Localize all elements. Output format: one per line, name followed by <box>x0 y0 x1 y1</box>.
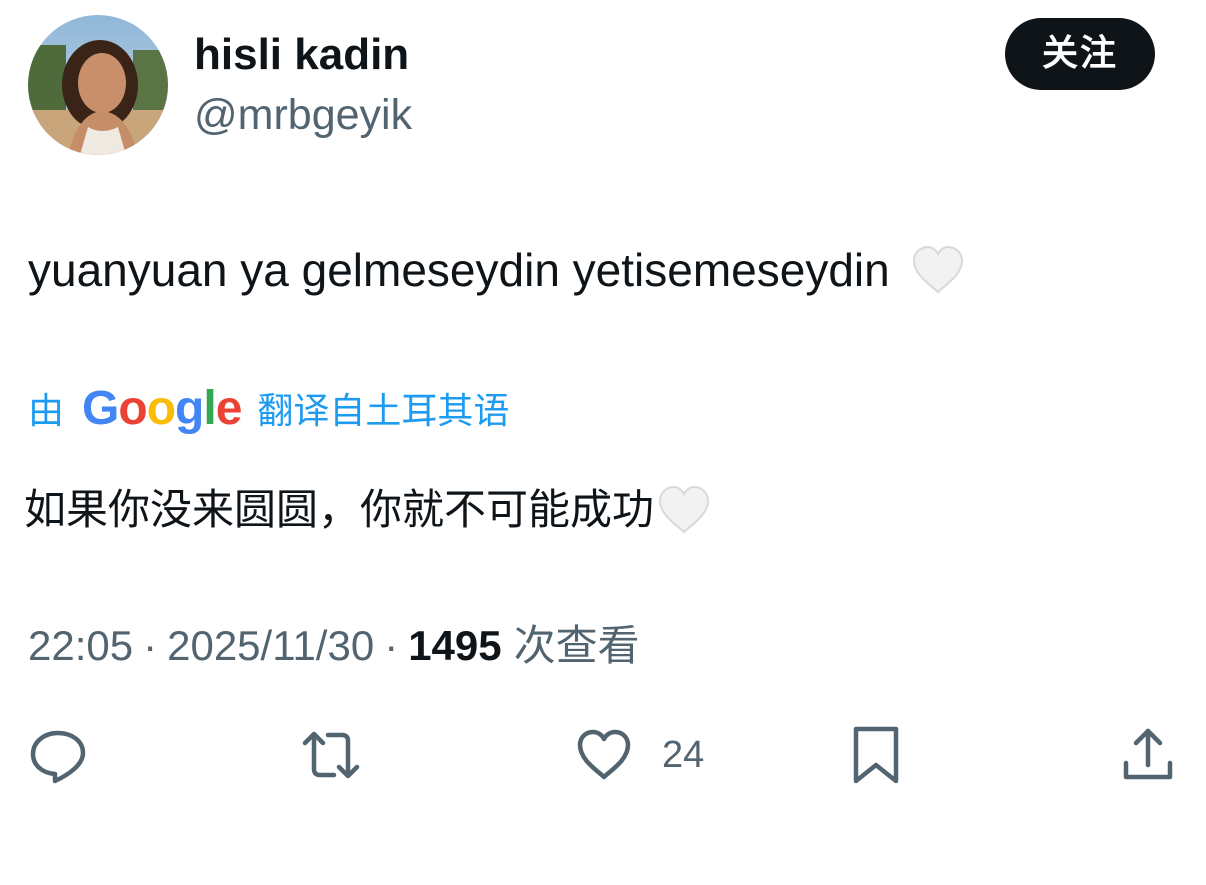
tweet-meta: 22:05 · 2025/11/30 · 1495 次查看 <box>28 618 640 674</box>
translation-attribution[interactable]: 由 Google 翻译自土耳其语 <box>28 378 509 438</box>
avatar[interactable] <box>28 15 168 155</box>
user-handle[interactable]: @mrbgeyik <box>194 90 412 140</box>
profile-photo-icon <box>28 15 168 155</box>
follow-button[interactable]: 关注 <box>1005 18 1155 90</box>
white-heart-icon <box>656 482 712 538</box>
like-count: 24 <box>662 733 705 776</box>
tweet-time[interactable]: 22:05 <box>28 618 133 674</box>
reply-button[interactable] <box>28 725 88 785</box>
heart-icon <box>577 729 631 780</box>
display-name[interactable]: hisli kadin <box>194 30 409 80</box>
retweet-button[interactable] <box>300 725 362 785</box>
google-logo: Google <box>82 381 242 435</box>
retweet-icon <box>302 731 360 779</box>
translated-text: 如果你没来圆圆，你就不可能成功 <box>24 480 712 540</box>
views-label: 次查看 <box>513 621 640 670</box>
share-icon <box>1123 728 1173 780</box>
like-button[interactable]: 24 <box>574 725 704 785</box>
tweet-date[interactable]: 2025/11/30 <box>167 618 374 674</box>
translation-source-language: 翻译自土耳其语 <box>257 391 510 432</box>
views-count: 1495 <box>408 622 502 669</box>
translated-text-content: 如果你没来圆圆，你就不可能成功 <box>24 485 655 534</box>
meta-separator: · <box>384 622 399 669</box>
reply-icon <box>30 730 86 784</box>
bookmark-icon <box>853 726 899 784</box>
white-heart-icon <box>910 242 966 298</box>
translation-prefix: 由 <box>28 391 65 432</box>
meta-separator: · <box>143 622 158 669</box>
share-button[interactable] <box>1120 725 1176 785</box>
bookmark-button[interactable] <box>848 725 904 785</box>
tweet-text: yuanyuan ya gelmeseydin yetisemeseydin <box>28 240 966 300</box>
tweet-text-content: yuanyuan ya gelmeseydin yetisemeseydin <box>28 244 890 296</box>
